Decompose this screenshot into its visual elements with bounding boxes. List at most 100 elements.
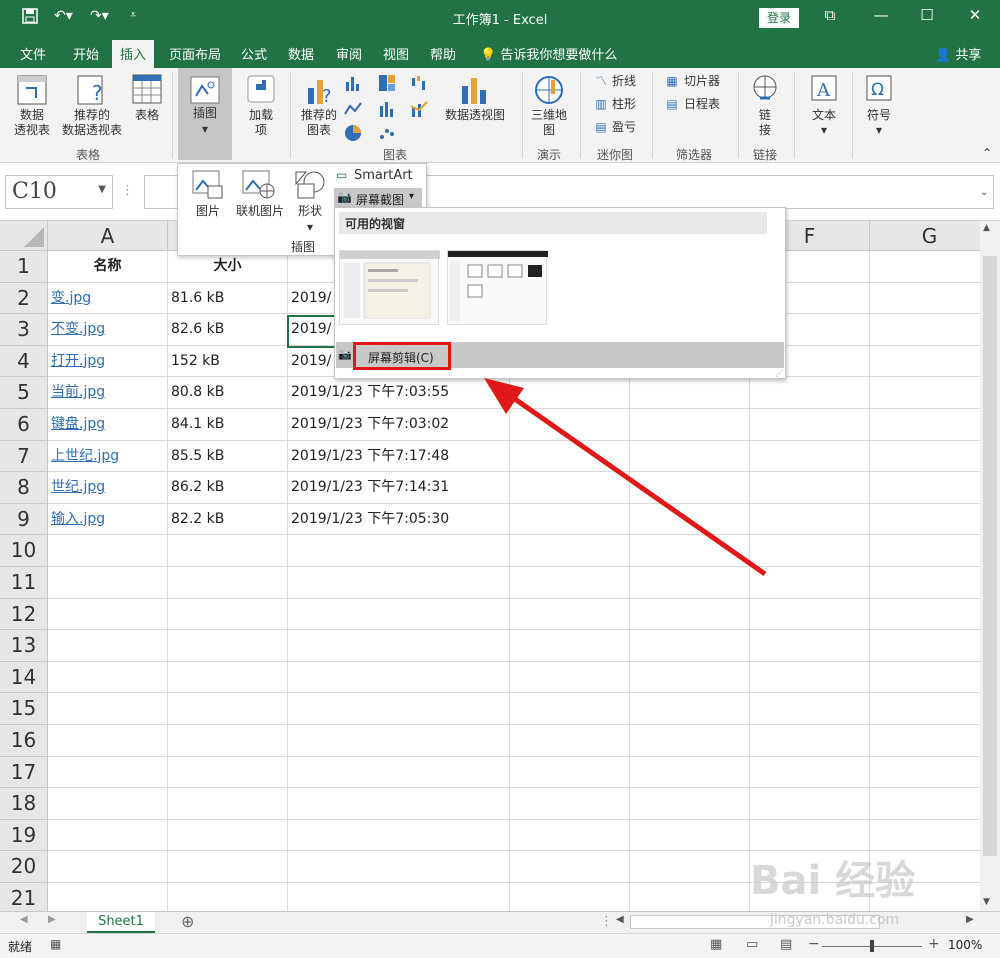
table-cell[interactable] xyxy=(630,725,750,757)
table-cell[interactable] xyxy=(750,535,870,567)
table-cell[interactable] xyxy=(630,503,750,536)
row-header[interactable]: 19 xyxy=(0,819,48,852)
table-cell[interactable] xyxy=(870,283,980,315)
line-chart-icon[interactable] xyxy=(344,100,362,118)
table-cell[interactable]: 键盘.jpg xyxy=(48,409,168,441)
table-cell[interactable] xyxy=(750,819,870,852)
column-header-a[interactable]: A xyxy=(48,221,168,251)
table-cell[interactable] xyxy=(750,440,870,473)
table-cell[interactable] xyxy=(510,472,630,504)
vertical-scrollbar[interactable]: ▲ ▼ xyxy=(980,221,1000,911)
table-cell[interactable] xyxy=(510,661,630,694)
table-cell[interactable] xyxy=(168,661,288,694)
table-cell[interactable] xyxy=(630,472,750,504)
table-cell[interactable] xyxy=(48,756,168,789)
table-cell[interactable] xyxy=(750,725,870,757)
table-cell[interactable] xyxy=(510,788,630,820)
table-cell[interactable] xyxy=(168,535,288,567)
row-header[interactable]: 13 xyxy=(0,630,48,662)
divider-grip-icon[interactable]: ⋮ xyxy=(600,914,613,929)
table-cell[interactable] xyxy=(288,725,510,757)
table-cell[interactable] xyxy=(48,630,168,662)
table-cell[interactable] xyxy=(510,756,630,789)
scatter-chart-icon[interactable] xyxy=(378,124,396,142)
table-cell[interactable] xyxy=(48,567,168,599)
table-cell[interactable] xyxy=(870,314,980,346)
table-cell[interactable] xyxy=(510,883,630,911)
table-cell[interactable]: 上世纪.jpg xyxy=(48,440,168,473)
table-cell[interactable] xyxy=(630,598,750,631)
table-cell[interactable] xyxy=(750,693,870,725)
table-cell[interactable] xyxy=(168,756,288,789)
row-header[interactable]: 20 xyxy=(0,851,48,883)
row-header[interactable]: 6 xyxy=(0,409,48,441)
tab-insert[interactable]: 插入 xyxy=(112,40,155,68)
table-cell[interactable] xyxy=(288,693,510,725)
table-cell[interactable] xyxy=(288,788,510,820)
ribbon-display-icon[interactable]: ⧉ xyxy=(815,6,845,24)
table-cell[interactable]: 变.jpg xyxy=(48,282,168,315)
table-cell[interactable] xyxy=(48,819,168,852)
table-cell[interactable] xyxy=(288,567,510,599)
table-cell[interactable] xyxy=(168,788,288,820)
share-button[interactable]: 👤 共享 xyxy=(935,44,981,63)
table-cell[interactable]: 84.1 kB xyxy=(168,409,288,441)
table-cell[interactable] xyxy=(750,788,870,820)
row-header[interactable]: 16 xyxy=(0,725,48,757)
table-cell[interactable] xyxy=(870,441,980,473)
table-cell[interactable] xyxy=(288,661,510,694)
table-cell[interactable] xyxy=(168,598,288,631)
tab-view[interactable]: 视图 xyxy=(383,44,409,63)
table-cell[interactable]: 81.6 kB xyxy=(168,282,288,315)
zoom-slider-thumb[interactable] xyxy=(870,940,874,952)
table-cell[interactable]: 82.2 kB xyxy=(168,503,288,536)
maximize-icon[interactable]: ☐ xyxy=(912,6,942,24)
table-cell[interactable] xyxy=(630,377,750,409)
table-cell[interactable]: 打开.jpg xyxy=(48,345,168,378)
table-cell[interactable] xyxy=(630,440,750,473)
sheet-tab-sheet1[interactable]: Sheet1 xyxy=(87,912,155,933)
row-header[interactable]: 10 xyxy=(0,535,48,567)
table-cell[interactable] xyxy=(630,567,750,599)
table-cell[interactable] xyxy=(510,725,630,757)
zoom-out-icon[interactable]: − xyxy=(808,936,820,952)
table-cell[interactable] xyxy=(870,567,980,599)
waterfall-chart-icon[interactable] xyxy=(410,74,428,92)
row-header[interactable]: 18 xyxy=(0,788,48,820)
table-cell[interactable] xyxy=(630,851,750,883)
table-cell[interactable]: 当前.jpg xyxy=(48,377,168,409)
table-cell[interactable] xyxy=(510,535,630,567)
table-cell[interactable] xyxy=(750,630,870,662)
page-layout-view-icon[interactable]: ▭ xyxy=(746,937,758,952)
scroll-left-icon[interactable]: ◀ xyxy=(616,914,624,925)
table-cell[interactable]: 2019/1/23 下午7:03:02 xyxy=(288,409,510,441)
prev-sheet-icon[interactable]: ◀ xyxy=(20,914,28,925)
row-header[interactable]: 11 xyxy=(0,567,48,599)
table-cell[interactable] xyxy=(750,598,870,631)
hierarchy-chart-icon[interactable] xyxy=(378,74,396,92)
screen-clipping-row[interactable]: 📷 屏幕剪辑(C) xyxy=(336,342,784,370)
table-cell[interactable]: 80.8 kB xyxy=(168,377,288,409)
table-cell[interactable] xyxy=(750,472,870,504)
table-cell[interactable] xyxy=(48,535,168,567)
drag-handle-icon[interactable]: ⋮ xyxy=(121,183,134,198)
table-cell[interactable]: 2019/1/23 下午7:17:48 xyxy=(288,440,510,473)
table-cell[interactable] xyxy=(510,851,630,883)
table-cell[interactable] xyxy=(510,503,630,536)
table-cell[interactable] xyxy=(168,630,288,662)
table-cell[interactable]: 2019/1/23 下午7:03:55 xyxy=(288,377,510,409)
statistic-chart-icon[interactable] xyxy=(378,100,396,118)
scroll-down-icon[interactable]: ▼ xyxy=(983,897,990,907)
expand-formula-icon[interactable]: ⌄ xyxy=(980,187,988,198)
table-cell[interactable] xyxy=(510,409,630,441)
table-cell[interactable] xyxy=(630,535,750,567)
table-cell[interactable] xyxy=(870,630,980,662)
login-button[interactable]: 登录 xyxy=(759,8,799,28)
tab-review[interactable]: 审阅 xyxy=(336,44,362,63)
tab-data[interactable]: 数据 xyxy=(288,44,314,63)
table-cell[interactable] xyxy=(750,503,870,536)
select-all-corner[interactable] xyxy=(0,221,48,251)
tab-home[interactable]: 开始 xyxy=(73,44,99,63)
window-thumbnail[interactable] xyxy=(339,250,440,325)
table-cell[interactable] xyxy=(288,598,510,631)
